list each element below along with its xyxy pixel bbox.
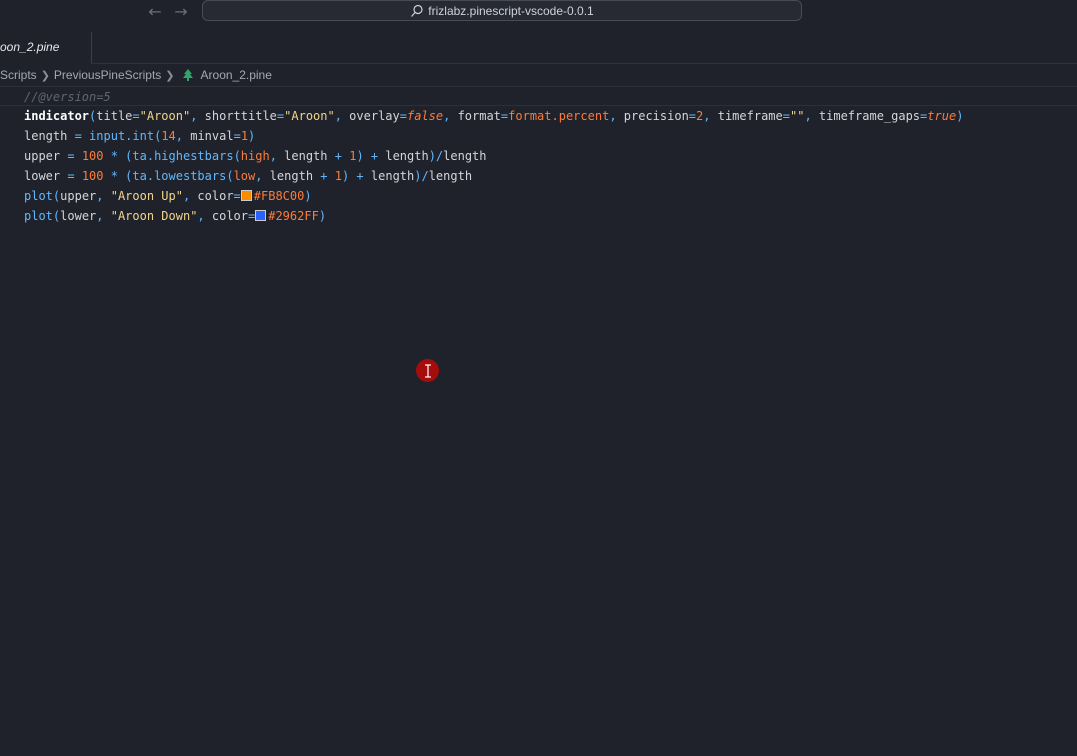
command-center-search[interactable]: frizlabz.pinescript-vscode-0.0.1 bbox=[202, 0, 802, 21]
code-line-5[interactable]: lower = 100 * (ta.lowestbars(low, length… bbox=[24, 166, 472, 186]
code-line-3[interactable]: length = input.int(14, minval=1) bbox=[24, 126, 255, 146]
breadcrumb-item-aroon-2-pine[interactable]: Aroon_2.pine bbox=[201, 68, 272, 82]
tab-bar-divider bbox=[92, 63, 1077, 64]
code-line-2[interactable]: indicator(title="Aroon", shorttitle="Aro… bbox=[24, 106, 963, 126]
pine-tree-icon bbox=[182, 69, 193, 81]
breadcrumb-item-previous-pine-scripts[interactable]: PreviousPineScripts bbox=[54, 68, 161, 82]
tab-aroon-2-pine[interactable]: oon_2.pine bbox=[0, 32, 92, 64]
chevron-right-icon: ❯ bbox=[40, 69, 50, 82]
breadcrumb-item-scripts[interactable]: Scripts bbox=[0, 68, 37, 82]
color-swatch-up[interactable] bbox=[240, 190, 252, 201]
search-text: frizlabz.pinescript-vscode-0.0.1 bbox=[428, 3, 594, 18]
arrow-left-icon[interactable]: ← bbox=[146, 2, 164, 22]
code-line-1[interactable]: //@version=5 bbox=[0, 86, 1077, 106]
breadcrumb: Scripts ❯ PreviousPineScripts ❯ Aroon_2.… bbox=[0, 66, 1077, 84]
color-swatch-down[interactable] bbox=[255, 210, 267, 221]
search-icon bbox=[411, 4, 423, 17]
editor-tab-bar: oon_2.pine bbox=[0, 32, 1077, 64]
tab-label: oon_2.pine bbox=[0, 40, 60, 54]
code-line-4[interactable]: upper = 100 * (ta.highestbars(high, leng… bbox=[24, 146, 487, 166]
chevron-right-icon: ❯ bbox=[165, 69, 175, 82]
code-comment: //@version=5 bbox=[24, 90, 111, 104]
code-line-7[interactable]: plot(lower, "Aroon Down", color= #2962FF) bbox=[24, 206, 326, 226]
title-bar: ← → frizlabz.pinescript-vscode-0.0.1 bbox=[0, 0, 1077, 24]
text-cursor-icon bbox=[416, 359, 439, 382]
code-editor[interactable]: //@version=5 indicator(title="Aroon", sh… bbox=[0, 86, 1077, 756]
arrow-right-icon[interactable]: → bbox=[172, 2, 190, 22]
code-line-6[interactable]: plot(upper, "Aroon Up", color= #FB8C00) bbox=[24, 186, 312, 206]
